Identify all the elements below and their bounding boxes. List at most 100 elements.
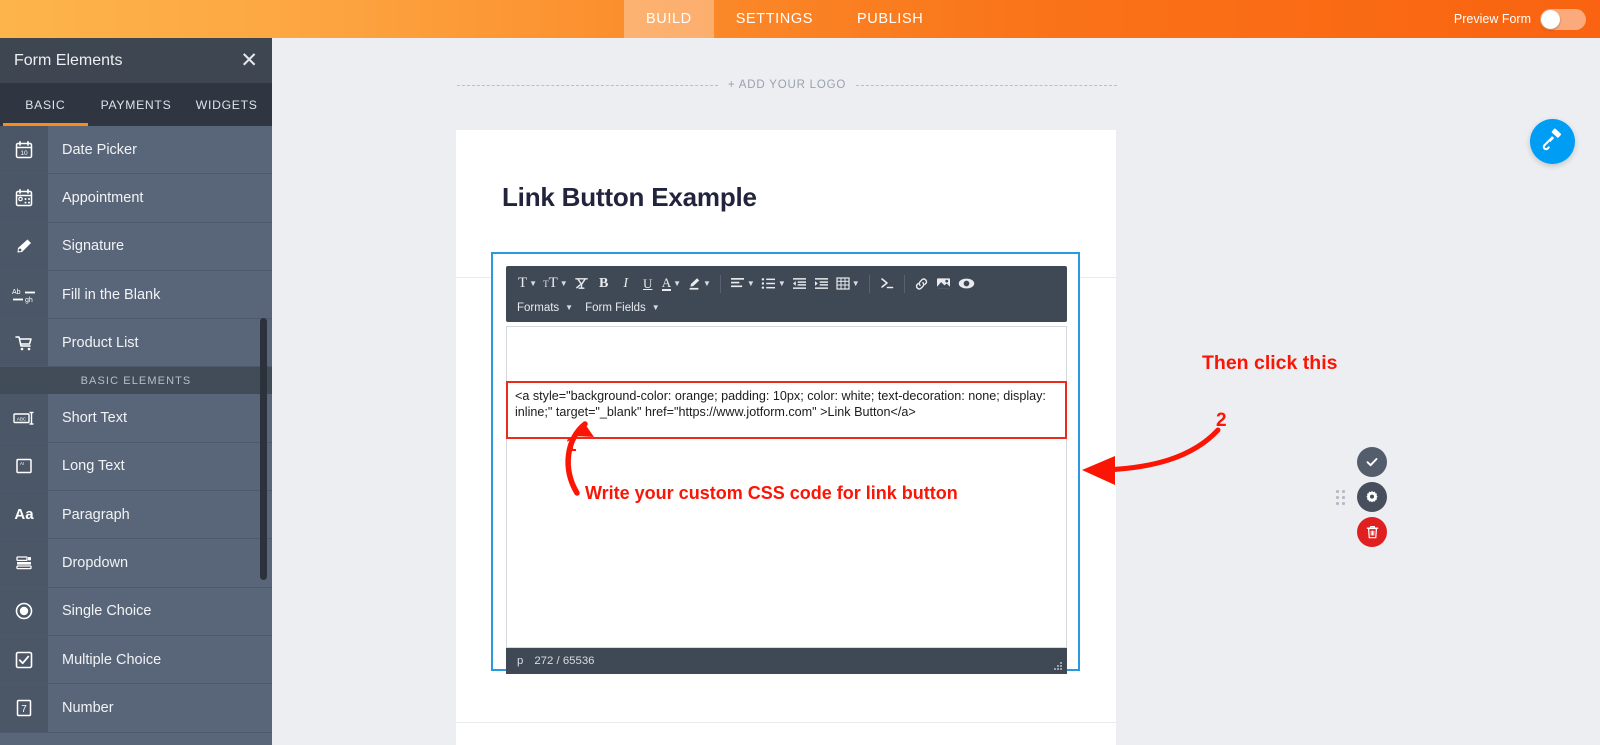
- html-code-input[interactable]: <a style="background-color: orange; padd…: [506, 381, 1067, 439]
- annotation-write-css: Write your custom CSS code for link butt…: [585, 483, 958, 503]
- editor-status-bar: p 272 / 65536: [506, 648, 1067, 674]
- svg-text:ABC: ABC: [17, 417, 27, 422]
- sidebar-item-multiple-choice[interactable]: Multiple Choice: [0, 635, 272, 685]
- clear-formatting-icon[interactable]: [571, 272, 593, 296]
- sidebar-item-label: Single Choice: [62, 603, 152, 620]
- sidebar-tab-basic[interactable]: BASIC: [0, 83, 91, 126]
- preview-eye-icon[interactable]: [955, 272, 978, 296]
- formats-menu-label: Formats: [517, 302, 560, 314]
- source-code-icon[interactable]: [876, 272, 898, 296]
- sidebar-item-appointment[interactable]: Appointment: [0, 174, 272, 223]
- chevron-down-icon: ▼: [565, 303, 574, 312]
- paint-roller-icon: [1541, 128, 1564, 156]
- sidebar-tab-payments[interactable]: PAYMENTS: [91, 83, 182, 126]
- svg-text:AI: AI: [20, 461, 24, 466]
- app-root: BUILD SETTINGS PUBLISH Preview Form Form…: [0, 0, 1600, 745]
- annotation-then-click-this: Then click this: [1202, 352, 1338, 374]
- sidebar-item-paragraph[interactable]: Aa Paragraph: [0, 491, 272, 540]
- sidebar-item-label: Product List: [62, 334, 139, 351]
- text-color-icon[interactable]: A ▼: [659, 272, 684, 296]
- toggle-knob: [1541, 9, 1560, 29]
- signature-pen-icon: [0, 222, 48, 270]
- font-size-icon[interactable]: T ▼: [515, 272, 540, 296]
- tab-settings[interactable]: SETTINGS: [714, 0, 835, 38]
- short-text-icon: ABC: [0, 394, 48, 442]
- tab-build[interactable]: BUILD: [624, 0, 714, 38]
- sidebar-item-single-choice[interactable]: Single Choice: [0, 587, 272, 636]
- svg-text:Ab: Ab: [12, 289, 21, 296]
- annotation-step-2: 2: [1216, 410, 1227, 431]
- insert-image-icon[interactable]: [933, 272, 955, 296]
- add-logo-button[interactable]: + ADD YOUR LOGO: [728, 79, 846, 91]
- tab-publish[interactable]: PUBLISH: [835, 0, 945, 38]
- sidebar-title: Form Elements: [14, 51, 123, 69]
- editor-toolbar-row-1: T ▼ T T ▼ B I U A ▼ ▼ ▼ ▼ ▼: [515, 271, 1058, 296]
- sidebar-item-fill-in-the-blank[interactable]: Ab gh Fill in the Blank: [0, 270, 272, 320]
- card-divider-bottom: [456, 722, 1116, 723]
- sidebar-item-date-picker[interactable]: 10 Date Picker: [0, 126, 272, 175]
- font-family-icon[interactable]: T T ▼: [540, 272, 571, 296]
- svg-text:7: 7: [21, 704, 27, 715]
- paragraph-aa-icon: Aa: [0, 491, 48, 539]
- table-icon[interactable]: ▼: [833, 272, 863, 296]
- highlight-color-icon[interactable]: ▼: [684, 272, 714, 296]
- editor-toolbar: T ▼ T T ▼ B I U A ▼ ▼ ▼ ▼ ▼ Formats ▼ Fo…: [506, 266, 1067, 322]
- form-fields-menu-label: Form Fields: [585, 302, 646, 314]
- sidebar-item-product-list[interactable]: Product List: [0, 319, 272, 368]
- editor-toolbar-row-2: Formats ▼ Form Fields ▼: [515, 296, 1058, 320]
- toolbar-divider-2: [868, 274, 870, 293]
- svg-text:10: 10: [20, 150, 28, 157]
- annotation-step-1: 1: [566, 435, 577, 456]
- checkbox-icon: [0, 635, 48, 684]
- sidebar-section-basic-elements: BASIC ELEMENTS: [0, 367, 272, 395]
- sidebar-item-label: Date Picker: [62, 141, 137, 158]
- sidebar-scrollbar[interactable]: [260, 318, 267, 580]
- close-icon[interactable]: ✕: [240, 50, 258, 71]
- resize-grip-icon[interactable]: [1053, 661, 1063, 671]
- sidebar-item-dropdown[interactable]: Dropdown: [0, 539, 272, 588]
- delete-trash-button[interactable]: [1357, 517, 1387, 547]
- sidebar-item-long-text[interactable]: AI Long Text: [0, 442, 272, 492]
- fill-in-blank-icon: Ab gh: [0, 270, 48, 319]
- preview-form-toggle[interactable]: [1540, 8, 1586, 30]
- sidebar-item-label: Paragraph: [62, 506, 130, 523]
- form-canvas: + ADD YOUR LOGO Link Button Example Subm…: [272, 38, 1600, 745]
- sidebar-item-label: Number: [62, 699, 114, 716]
- form-fields-menu[interactable]: Form Fields ▼: [585, 302, 660, 314]
- align-icon[interactable]: ▼: [727, 272, 758, 296]
- form-designer-button[interactable]: [1530, 119, 1575, 164]
- sidebar-item-label: Appointment: [62, 189, 144, 206]
- settings-gear-button[interactable]: [1357, 482, 1387, 512]
- sidebar-item-label: Fill in the Blank: [62, 286, 161, 303]
- calendar-icon: 10: [0, 126, 48, 174]
- italic-icon[interactable]: I: [615, 272, 637, 296]
- sidebar-tabs: BASIC PAYMENTS WIDGETS: [0, 83, 272, 126]
- sidebar-tab-widgets[interactable]: WIDGETS: [181, 83, 272, 126]
- preview-form-label: Preview Form: [1453, 12, 1531, 26]
- radio-button-icon: [0, 587, 48, 635]
- sidebar-item-short-text[interactable]: ABC Short Text: [0, 394, 272, 443]
- number-seven-icon: 7: [0, 684, 48, 732]
- sidebar-item-label: Dropdown: [62, 555, 129, 572]
- sidebar-item-number[interactable]: 7 Number: [0, 684, 272, 733]
- status-element-tag: p: [517, 655, 524, 667]
- appointment-calendar-icon: [0, 174, 48, 222]
- drag-handle-icon[interactable]: [1336, 490, 1345, 508]
- sidebar-item-label: Signature: [62, 238, 125, 255]
- bold-icon[interactable]: B: [593, 272, 615, 296]
- svg-text:gh: gh: [25, 297, 33, 304]
- formats-menu[interactable]: Formats ▼: [517, 302, 573, 314]
- confirm-check-button[interactable]: [1357, 447, 1387, 477]
- dashed-divider-left: [457, 84, 718, 86]
- outdent-icon[interactable]: [789, 272, 811, 296]
- indent-icon[interactable]: [811, 272, 833, 296]
- sidebar-item-signature[interactable]: Signature: [0, 222, 272, 271]
- underline-icon[interactable]: U: [637, 272, 659, 296]
- add-logo-row: + ADD YOUR LOGO: [457, 79, 1118, 91]
- sidebar-element-list: 10 Date Picker Appointment Signature Ab g…: [0, 126, 272, 745]
- status-character-count: 272 / 65536: [534, 655, 595, 667]
- bullet-list-icon[interactable]: ▼: [758, 272, 789, 296]
- dropdown-icon: [0, 539, 48, 587]
- chevron-down-icon: ▼: [651, 303, 660, 312]
- insert-link-icon[interactable]: [911, 272, 933, 296]
